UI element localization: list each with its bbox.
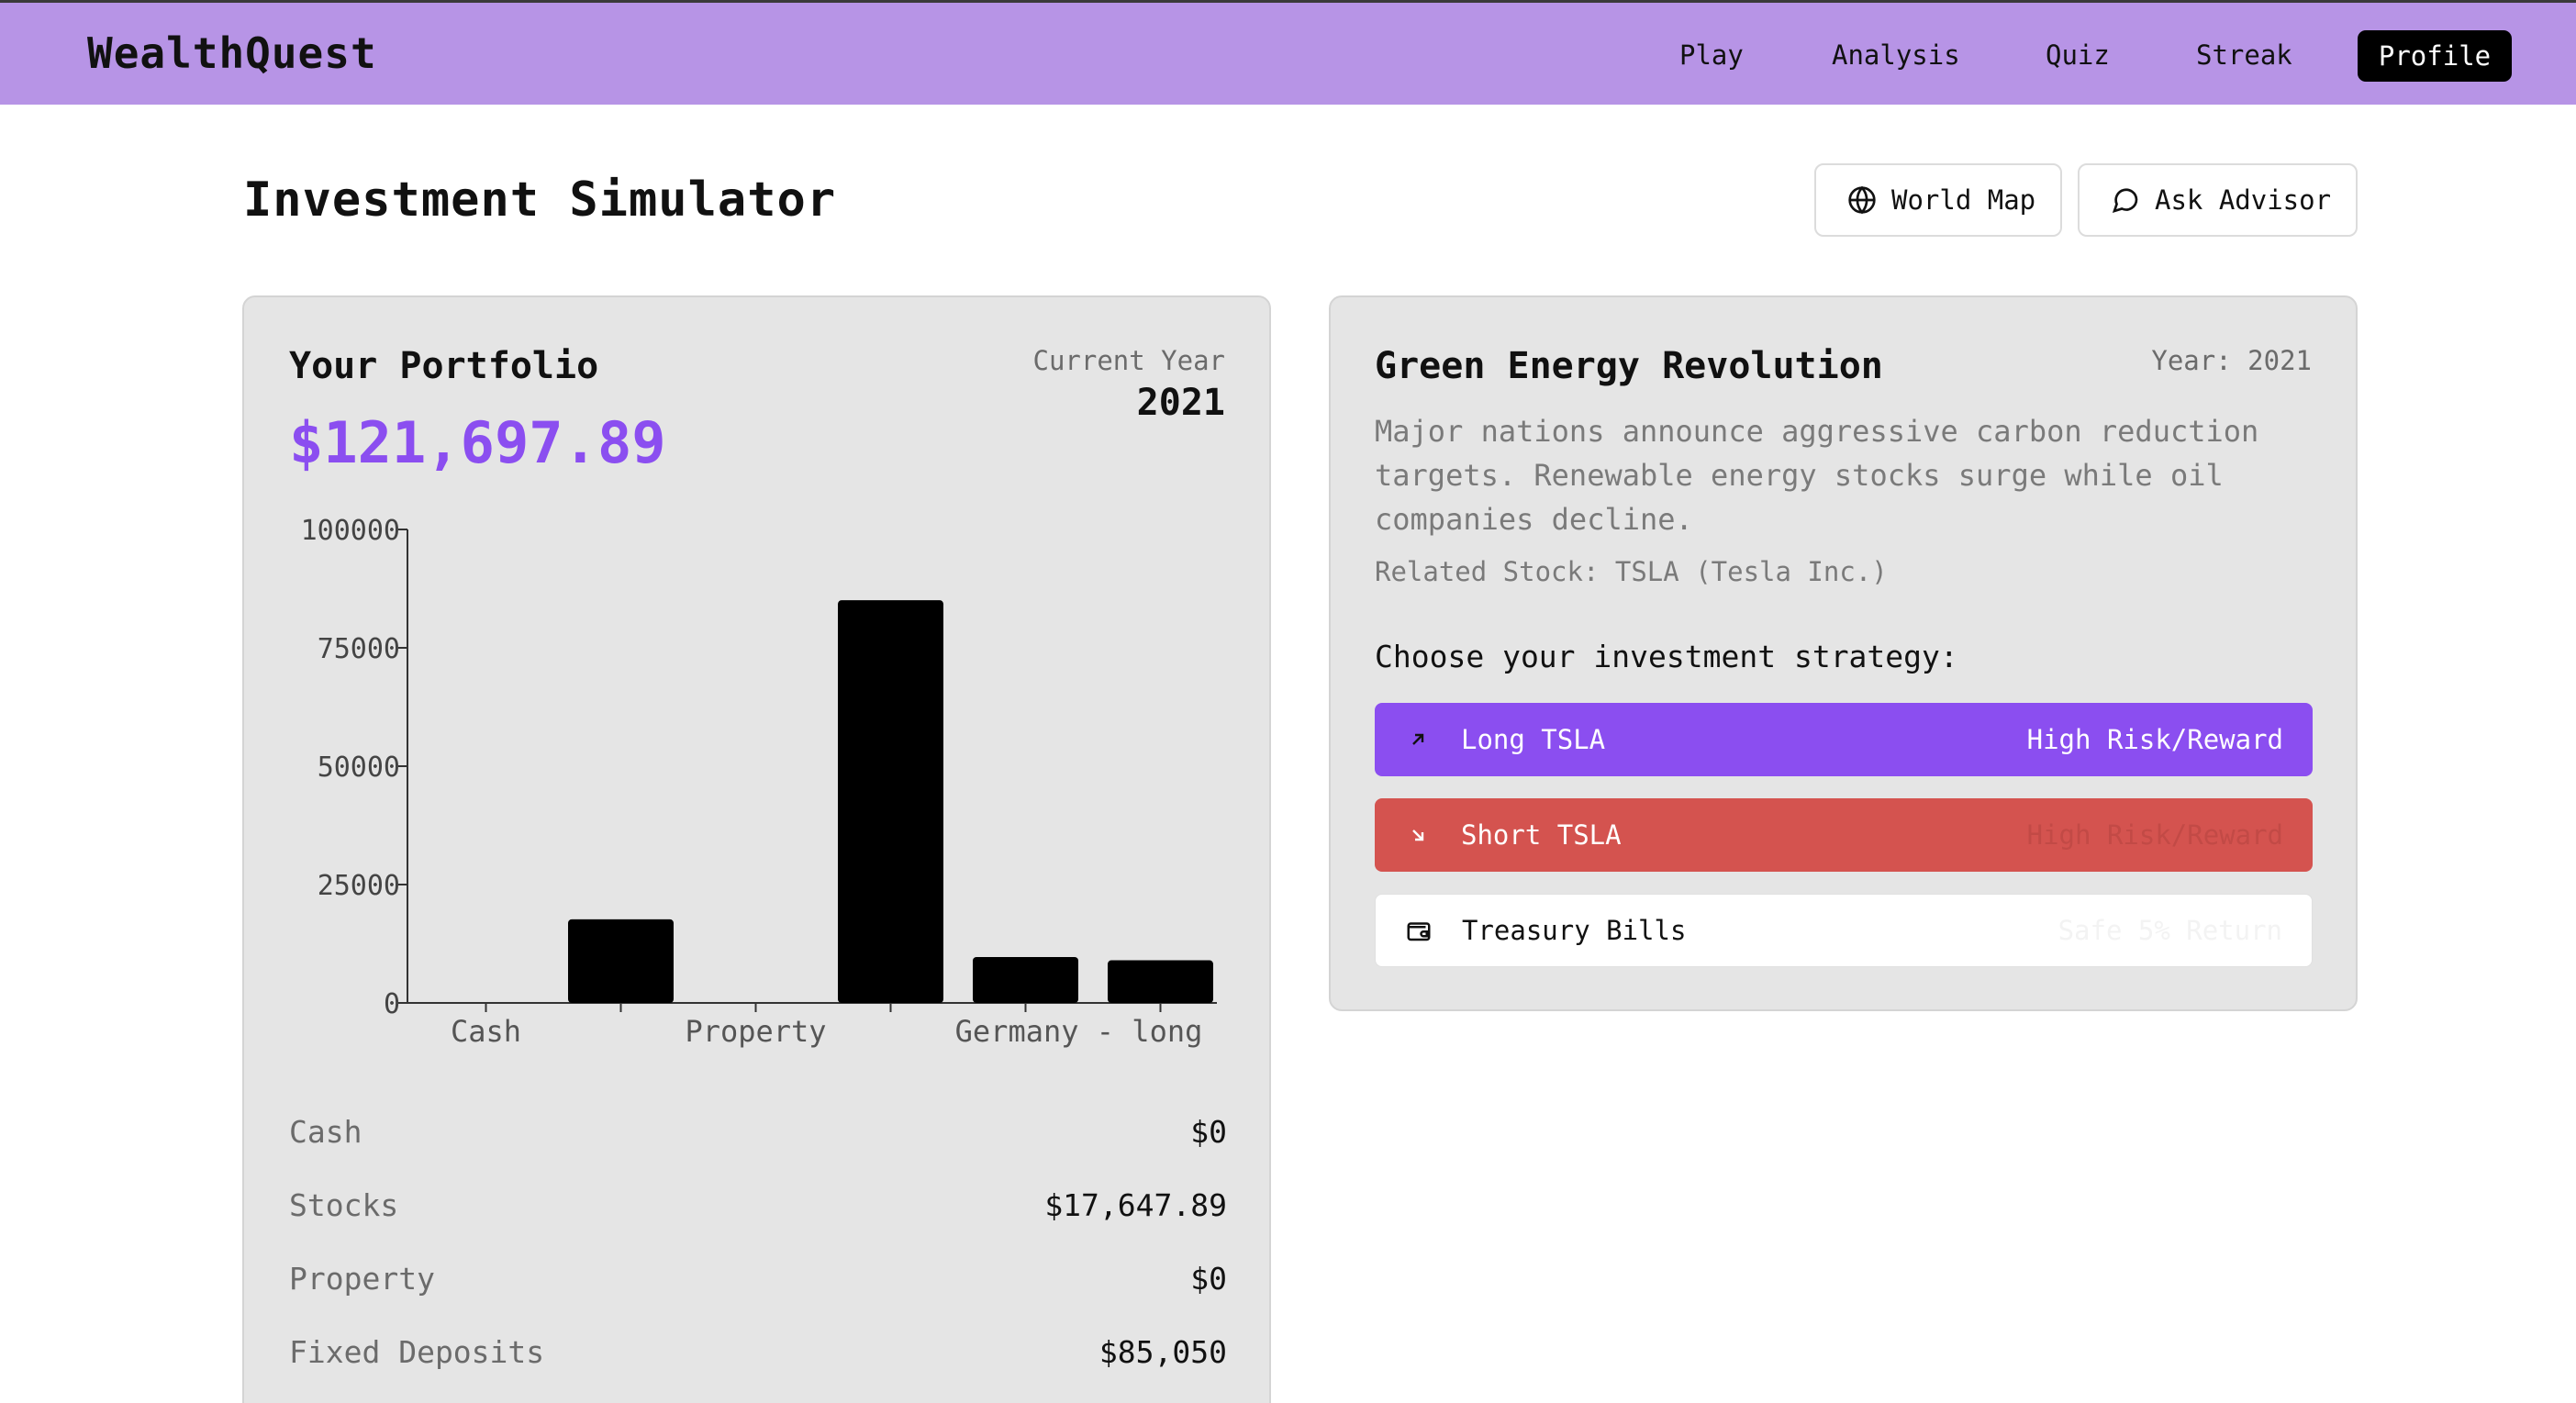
strategy-long-tsla-button[interactable]: Long TSLA High Risk/Reward (1375, 703, 2313, 776)
breakdown-value: $17,647.89 (1044, 1187, 1227, 1223)
globe-icon (1848, 185, 1876, 215)
breakdown-label: Property (289, 1261, 435, 1297)
strategy-label: Treasury Bills (1462, 915, 1687, 946)
chat-bubble-icon (2112, 188, 2138, 214)
wallet-icon (1403, 917, 1434, 944)
breakdown-row-fixed-deposits: Fixed Deposits $85,050 (289, 1334, 1227, 1380)
breakdown-row-property: Property $0 (289, 1261, 1227, 1307)
breakdown-label: Fixed Deposits (289, 1334, 545, 1370)
nav-streak[interactable]: Streak (2196, 39, 2292, 71)
breakdown-value: $0 (1190, 1261, 1227, 1297)
breakdown-row-stocks: Stocks $17,647.89 (289, 1187, 1227, 1233)
portfolio-bar-chart: 0 25000 50000 75000 100000 Cash Property German… (301, 515, 1217, 1049)
event-year: Year: 2021 (2151, 345, 2312, 376)
breakdown-value: $0 (1190, 1114, 1227, 1150)
nav-analysis[interactable]: Analysis (1832, 39, 1960, 71)
ask-advisor-label: Ask Advisor (2155, 184, 2332, 216)
y-tick-label: 50000 (318, 752, 400, 784)
breakdown-label: Stocks (289, 1187, 399, 1223)
strategy-label: Short TSLA (1461, 819, 1622, 851)
y-tick-label: 0 (384, 988, 400, 1020)
strategy-prompt: Choose your investment strategy: (1375, 639, 1958, 674)
strategy-treasury-bills-button[interactable]: Treasury Bills Safe 5% Return (1375, 894, 2313, 967)
strategy-short-tsla-button[interactable]: Short TSLA High Risk/Reward (1375, 798, 2313, 872)
event-title: Green Energy Revolution (1375, 345, 1883, 387)
profile-button[interactable]: Profile (2358, 30, 2512, 82)
world-map-label: World Map (1891, 184, 2036, 216)
strategy-label: Long TSLA (1461, 724, 1606, 755)
top-navbar: WealthQuest Play Analysis Quiz Streak Pr… (0, 0, 2576, 105)
event-card: Green Energy Revolution Year: 2021 Major… (1329, 295, 2358, 1011)
strategy-tag: Safe 5% Return (2057, 915, 2282, 946)
world-map-button[interactable]: World Map (1814, 163, 2062, 237)
bar-other (1108, 960, 1213, 1003)
x-tick-label: Cash (451, 1014, 521, 1049)
portfolio-card: Your Portfolio Current Year 2021 $121,69… (242, 295, 1271, 1403)
arrow-up-right-icon (1402, 729, 1433, 751)
arrow-down-right-icon (1402, 824, 1433, 846)
strategy-tag: High Risk/Reward (2026, 819, 2283, 851)
y-tick-label: 25000 (318, 870, 400, 902)
y-tick-label: 100000 (301, 515, 400, 547)
nav-quiz[interactable]: Quiz (2046, 39, 2110, 71)
brand-logo[interactable]: WealthQuest (87, 28, 377, 78)
breakdown-label: Cash (289, 1114, 362, 1150)
breakdown-row-cash: Cash $0 (289, 1114, 1227, 1160)
x-tick-label: Germany - long (955, 1014, 1203, 1049)
strategy-tag: High Risk/Reward (2026, 724, 2283, 755)
x-tick-label: Property (685, 1014, 826, 1049)
related-stock: Related Stock: TSLA (Tesla Inc.) (1375, 556, 1888, 587)
ask-advisor-button[interactable]: Ask Advisor (2078, 163, 2358, 237)
bar-fixed-deposits (838, 600, 943, 1003)
breakdown-value: $85,050 (1098, 1334, 1227, 1370)
event-description: Major nations announce aggressive carbon… (1375, 414, 2259, 537)
nav-play[interactable]: Play (1679, 39, 1744, 71)
bar-germany-long (973, 956, 1078, 1003)
y-tick-label: 75000 (318, 633, 400, 665)
bar-stocks (568, 919, 674, 1003)
page-title: Investment Simulator (243, 173, 837, 228)
